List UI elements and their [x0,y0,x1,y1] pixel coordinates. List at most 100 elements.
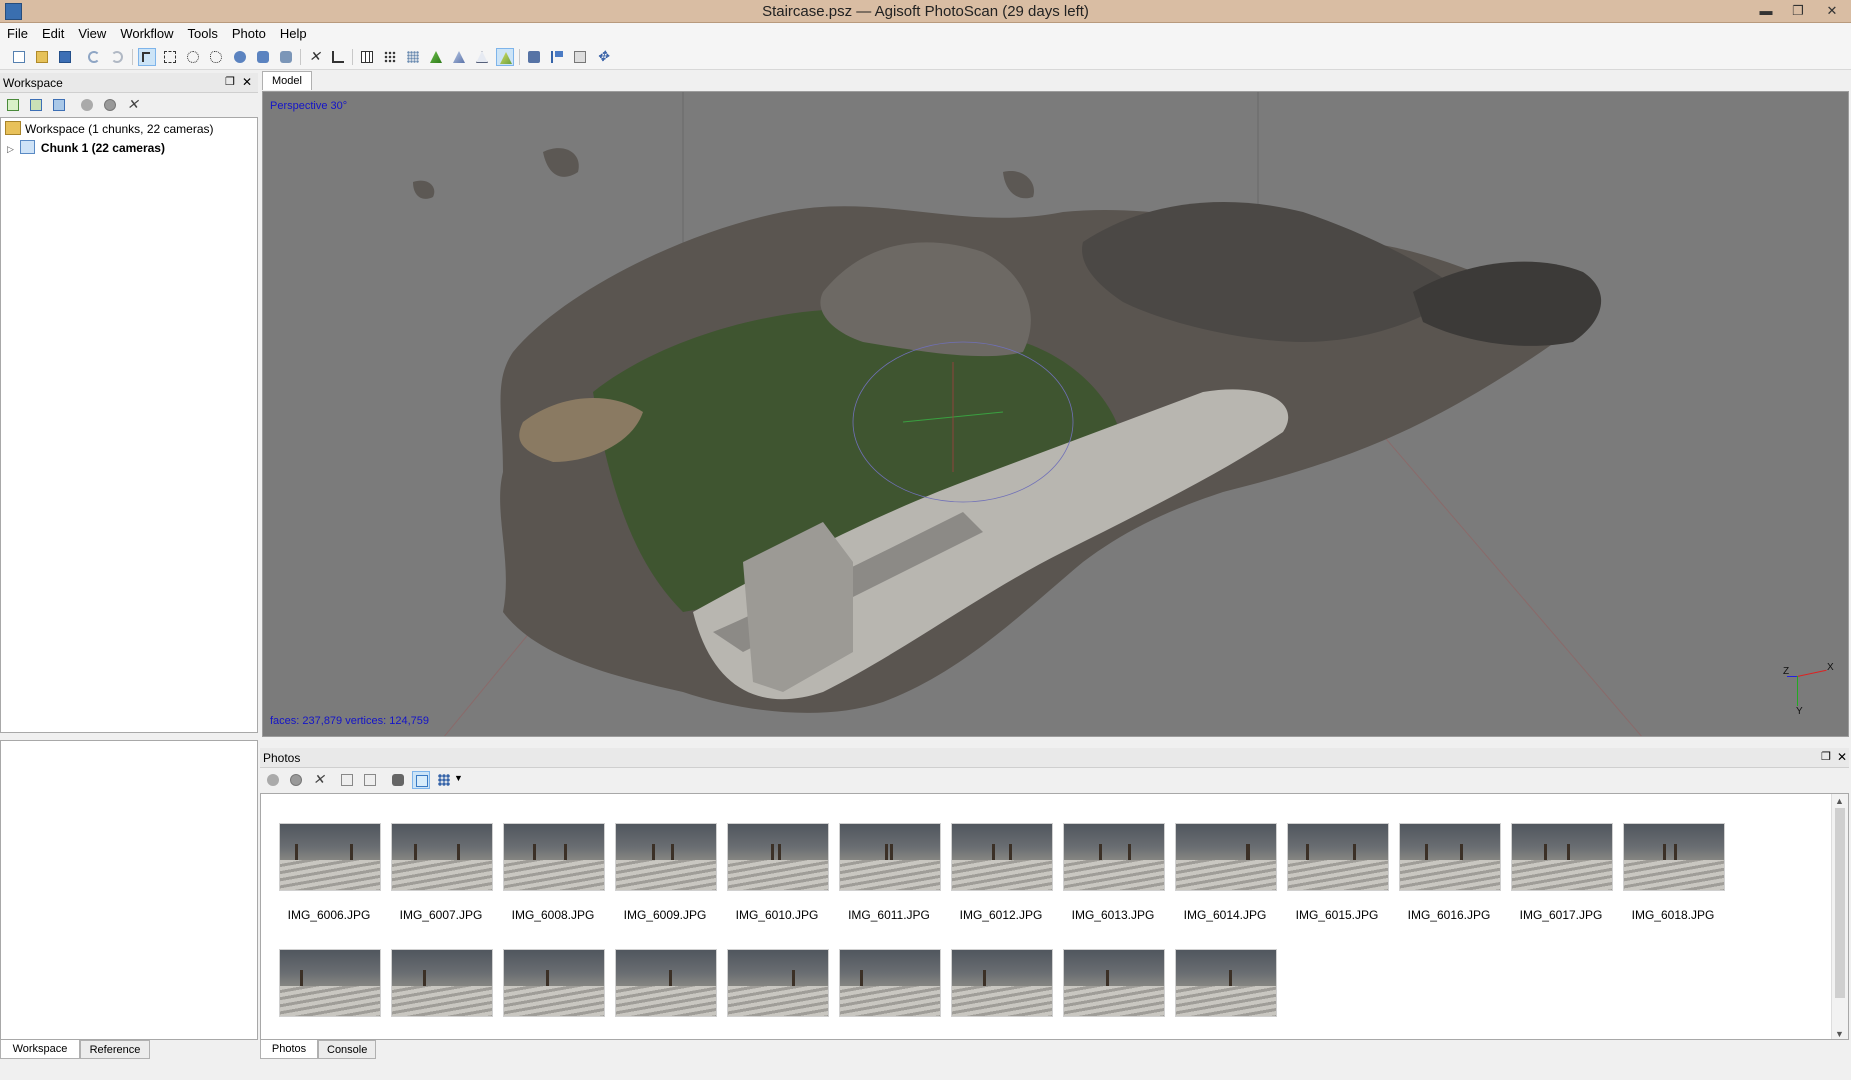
show-points-icon[interactable] [381,48,399,66]
photo-thumbnail[interactable] [727,949,829,1017]
close-photos-icon[interactable]: ✕ [1837,750,1847,764]
tab-reference[interactable]: Reference [80,1040,150,1059]
navigation-icon[interactable] [138,48,156,66]
chunk-item[interactable]: ▷ Chunk 1 (22 cameras) [7,140,165,155]
expand-arrow-icon[interactable]: ▷ [7,144,14,154]
textured-model-icon[interactable] [496,48,514,66]
tab-console[interactable]: Console [318,1040,376,1059]
menu-help[interactable]: Help [273,23,314,41]
menu-view[interactable]: View [71,23,113,41]
photo-thumbnail[interactable] [839,823,941,891]
menu-workflow[interactable]: Workflow [113,23,180,41]
scroll-up-icon[interactable]: ▲ [1835,796,1844,806]
close-panel-icon[interactable]: ✕ [242,75,252,89]
menu-tools[interactable]: Tools [181,23,225,41]
photo-label: IMG_6017.JPG [1519,908,1603,922]
enable-cameras-icon[interactable] [78,96,96,114]
photo-thumbnail[interactable] [1063,949,1165,1017]
remove-items-icon[interactable]: ✕ [124,96,142,114]
photos-grid[interactable]: IMG_6006.JPG IMG_6007.JPG IMG_6008.JPG IMG_… [260,793,1849,1040]
axis-x-label: X [1827,662,1834,673]
photo-thumbnail[interactable] [503,949,605,1017]
photos-toolbar: ✕ ▼ [260,768,1849,792]
tab-workspace[interactable]: Workspace [0,1040,80,1059]
show-region-icon[interactable] [571,48,589,66]
photo-thumbnail[interactable] [1287,823,1389,891]
delete-selection-icon[interactable]: ✕ [306,48,324,66]
scroll-thumb[interactable] [1835,808,1845,998]
free-form-selection-icon[interactable] [207,48,225,66]
photo-label: IMG_6006.JPG [287,908,371,922]
photo-thumbnail[interactable] [1511,823,1613,891]
photo-label: IMG_6009.JPG [623,908,707,922]
shaded-model-icon[interactable] [427,48,445,66]
save-icon[interactable] [56,48,74,66]
workspace-header: Workspace ❐ ✕ [0,73,258,93]
rotate-left-icon[interactable] [338,771,356,789]
binoculars-icon[interactable] [389,771,407,789]
rotate-object-icon[interactable] [231,48,249,66]
disable-cameras-icon[interactable] [101,96,119,114]
workspace-root-item[interactable]: Workspace (1 chunks, 22 cameras) [5,121,214,136]
resize-region-icon[interactable] [277,48,295,66]
disable-photo-icon[interactable] [287,771,305,789]
undock-icon[interactable]: ❐ [225,75,235,88]
photo-thumbnail[interactable] [279,823,381,891]
dense-cloud-icon[interactable] [404,48,422,66]
show-cameras-toggle-icon[interactable] [525,48,543,66]
photo-label: IMG_6016.JPG [1407,908,1491,922]
add-photos-icon[interactable] [27,96,45,114]
redo-icon[interactable] [108,48,126,66]
projection-label: Perspective 30° [270,100,348,112]
photo-thumbnail[interactable] [1175,823,1277,891]
photo-thumbnail[interactable] [279,949,381,1017]
minimize-button[interactable]: ▬ [1752,1,1780,21]
wireframe-model-icon[interactable] [473,48,491,66]
scroll-down-icon[interactable]: ▼ [1835,1029,1844,1039]
photo-thumbnail[interactable] [503,823,605,891]
solid-model-icon[interactable] [450,48,468,66]
photo-thumbnail[interactable] [839,949,941,1017]
photos-scrollbar[interactable]: ▲ ▼ [1831,794,1848,1039]
add-chunk-icon[interactable] [4,96,22,114]
tab-photos[interactable]: Photos [260,1040,318,1059]
photo-thumbnail[interactable] [1399,823,1501,891]
photo-thumbnail[interactable] [1063,823,1165,891]
open-icon[interactable] [33,48,51,66]
show-markers-icon[interactable] [548,48,566,66]
tab-model[interactable]: Model [262,71,312,90]
photo-thumbnail[interactable] [391,823,493,891]
enable-photo-icon[interactable] [264,771,282,789]
undo-icon[interactable] [85,48,103,66]
photo-thumbnail[interactable] [1623,823,1725,891]
crop-selection-icon[interactable] [329,48,347,66]
model-viewport[interactable]: Perspective 30° faces: 237,879 vertices:… [262,91,1849,737]
menu-photo[interactable]: Photo [225,23,273,41]
menu-file[interactable]: File [0,23,35,41]
rotate-right-icon[interactable] [361,771,379,789]
remove-photo-icon[interactable]: ✕ [310,771,328,789]
move-object-icon[interactable] [254,48,272,66]
circle-selection-icon[interactable] [184,48,202,66]
photo-thumbnail[interactable] [615,823,717,891]
photo-thumbnail[interactable] [1175,949,1277,1017]
workspace-tree[interactable]: Workspace (1 chunks, 22 cameras) ▷ Chunk … [0,117,258,733]
undock-photos-icon[interactable]: ❐ [1821,750,1831,763]
photo-thumbnail[interactable] [615,949,717,1017]
reset-view-icon[interactable]: ✥ [594,48,612,66]
photo-label: IMG_6011.JPG [848,908,930,922]
photo-thumbnail[interactable] [951,949,1053,1017]
rectangle-selection-icon[interactable] [161,48,179,66]
view-mode-dropdown[interactable]: ▼ [435,771,465,789]
menu-edit[interactable]: Edit [35,23,71,41]
photo-label: IMG_6008.JPG [511,908,595,922]
photo-thumbnail[interactable] [951,823,1053,891]
restore-button[interactable]: ❐ [1784,1,1812,21]
close-button[interactable]: ✕ [1818,1,1846,21]
new-icon[interactable] [10,48,28,66]
reset-filter-icon[interactable] [412,771,430,789]
add-folder-icon[interactable] [50,96,68,114]
show-cameras-icon[interactable] [358,48,376,66]
photo-thumbnail[interactable] [391,949,493,1017]
photo-thumbnail[interactable] [727,823,829,891]
